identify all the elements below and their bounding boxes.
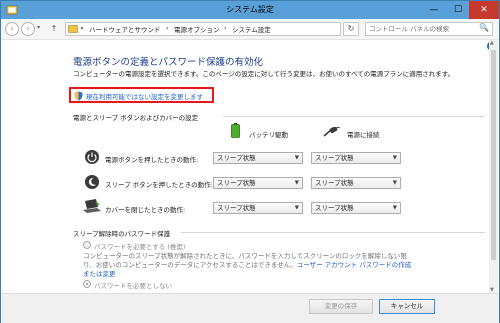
refresh-button[interactable]: ↻ <box>343 22 359 36</box>
search-box[interactable]: 🔍 <box>365 22 493 36</box>
password-section-title: スリープ解除時のパスワード保護 <box>73 230 171 238</box>
sleep-button-icon <box>85 175 99 189</box>
chevron-down-icon: ▼ <box>392 180 397 186</box>
breadcrumb-separator[interactable]: › <box>224 24 227 32</box>
change-unavailable-settings-link[interactable]: 現在利用可能ではない設定を変更します <box>86 91 203 101</box>
recent-pages-dropdown-icon[interactable]: ▾ <box>37 24 40 31</box>
breadcrumb-separator[interactable]: › <box>166 24 169 32</box>
plug-icon <box>323 127 341 137</box>
search-input[interactable] <box>369 24 469 34</box>
require-password-description: コンピューターのスリープ状態が解除されたときに、パスワードを入力してスクリーンの… <box>83 252 412 278</box>
change-settings-highlight: 現在利用可能ではない設定を変更します <box>69 87 214 103</box>
back-button[interactable]: ‹ <box>5 22 19 36</box>
chevron-down-icon: ▼ <box>294 155 299 161</box>
sleep-button-label: スリープ ボタンを押したときの動作: <box>105 181 213 189</box>
breadcrumb-hardware-sound[interactable]: ハードウェアとサウンド <box>89 24 160 34</box>
section-divider <box>223 116 485 117</box>
power-button-plugged-select[interactable]: スリープ状態 ▼ <box>311 152 401 164</box>
sleep-button-plugged-select[interactable]: スリープ状態 ▼ <box>311 177 401 189</box>
search-icon[interactable]: 🔍 <box>479 23 489 32</box>
up-button[interactable]: ↑ <box>47 22 61 36</box>
chevron-down-icon: ▼ <box>392 205 397 211</box>
battery-column-header: バッテリ駆動 <box>249 131 288 139</box>
chevron-down-icon: ▼ <box>294 180 299 186</box>
no-password-label: パスワードを必要としない <box>94 282 172 290</box>
scrollbar-thumb[interactable] <box>491 50 496 260</box>
require-password-radio[interactable] <box>83 241 91 249</box>
power-button-battery-select[interactable]: スリープ状態 ▼ <box>213 152 303 164</box>
save-changes-button[interactable]: 変更の保存 <box>309 299 373 314</box>
no-password-radio[interactable] <box>83 280 91 288</box>
scroll-up-icon[interactable]: ▲ <box>490 40 494 46</box>
cancel-button[interactable]: キャンセル <box>379 299 435 314</box>
control-panel-path-icon <box>68 25 78 33</box>
breadcrumb-power-options[interactable]: 電源オプション <box>174 24 220 34</box>
system-settings-window: システム設定 — ☐ ✕ ‹ › ▾ ↑ « ハードウェアとサウンド › 電源オ… <box>0 0 500 323</box>
breadcrumb-overflow[interactable]: « <box>80 24 84 32</box>
page-title: 電源ボタンの定義とパスワード保護の有効化 <box>73 57 264 68</box>
title-bar[interactable]: システム設定 — ☐ ✕ <box>1 1 499 19</box>
section-divider <box>181 232 485 233</box>
buttons-section-title: 電源とスリープ ボタンおよびカバーの設定 <box>73 114 199 122</box>
battery-icon <box>231 123 240 138</box>
address-toolbar: ‹ › ▾ ↑ « ハードウェアとサウンド › 電源オプション › システム設定… <box>1 19 499 40</box>
page-description: コンピューターの電源設定を選択できます。このページの設定に対して行う変更は、お使… <box>73 70 455 78</box>
laptop-lid-icon <box>83 199 101 213</box>
vertical-scrollbar[interactable]: ▲ ▼ <box>489 40 498 293</box>
chevron-down-icon: ▼ <box>294 205 299 211</box>
plugged-column-header: 電源に接続 <box>347 131 380 139</box>
require-password-label: パスワードを必要とする (推奨) <box>94 243 186 251</box>
power-button-icon <box>85 150 99 164</box>
breadcrumb-system-settings[interactable]: システム設定 <box>232 24 271 34</box>
power-button-label: 電源ボタンを押したときの動作: <box>105 156 199 164</box>
close-button[interactable]: ✕ <box>469 1 499 19</box>
maximize-button[interactable]: ☐ <box>445 1 471 19</box>
sleep-button-battery-select[interactable]: スリープ状態 ▼ <box>213 177 303 189</box>
breadcrumb[interactable]: « ハードウェアとサウンド › 電源オプション › システム設定 ▾ <box>65 22 399 36</box>
lid-close-label: カバーを閉じたときの動作: <box>105 206 186 214</box>
chevron-down-icon: ▼ <box>392 155 397 161</box>
lid-close-plugged-select[interactable]: スリープ状態 ▼ <box>311 202 401 214</box>
uac-shield-icon <box>74 91 83 101</box>
minimize-button[interactable]: — <box>421 1 447 19</box>
lid-close-battery-select[interactable]: スリープ状態 ▼ <box>213 202 303 214</box>
forward-button[interactable]: › <box>21 22 35 36</box>
